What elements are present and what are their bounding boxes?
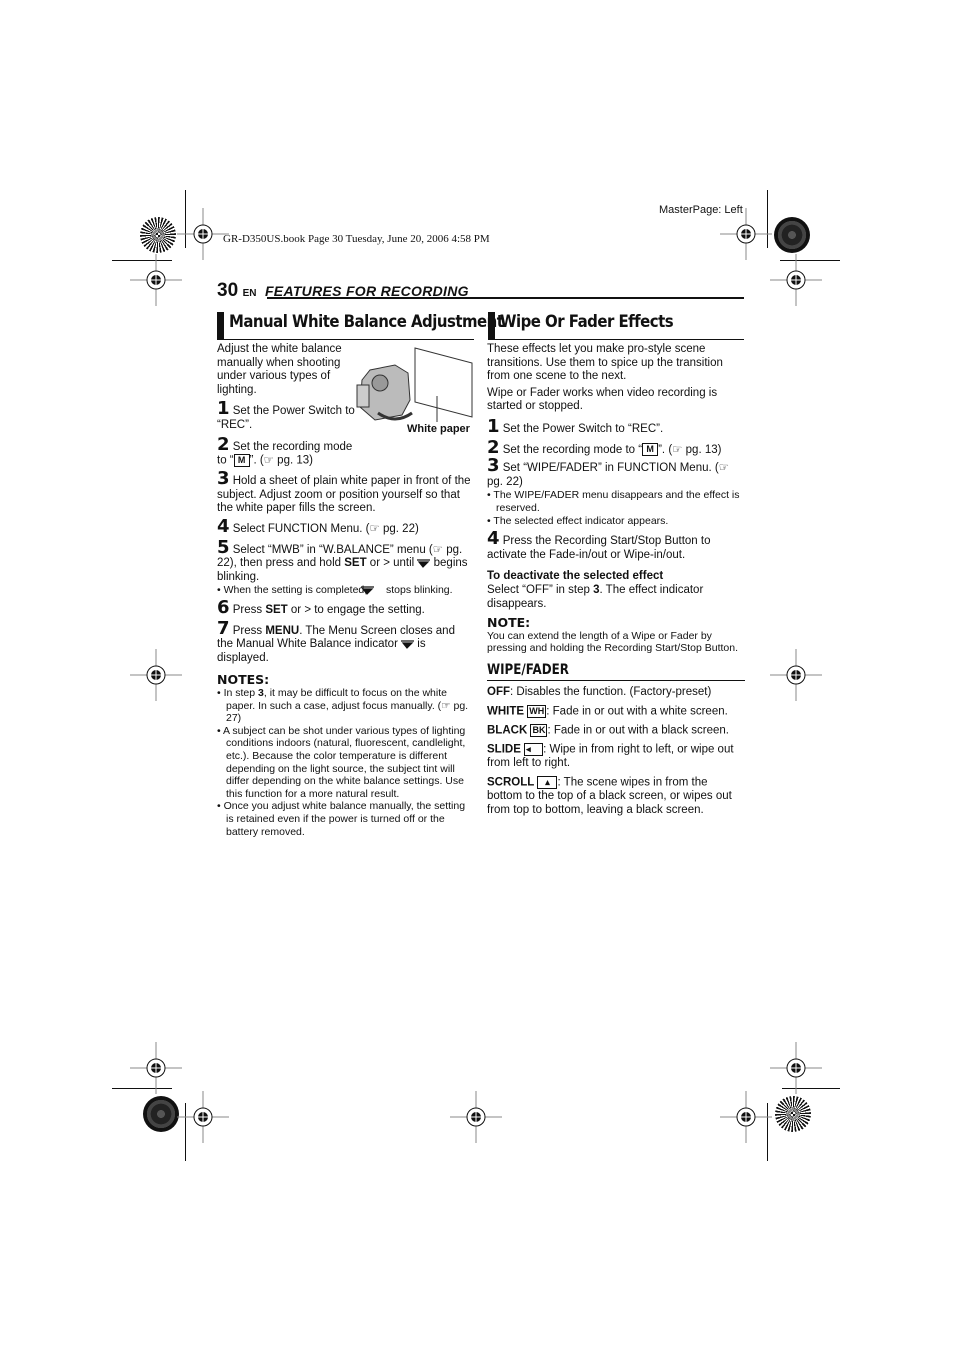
step-1: 1 Set the Power Switch to “REC”.: [217, 398, 355, 431]
option-off: OFF: Disables the function. (Factory-pre…: [487, 686, 712, 699]
registration-crosshair-icon: [720, 1091, 772, 1143]
wipe-step-1: 1 Set the Power Switch to “REC”.: [487, 415, 664, 437]
deactivate-heading: To deactivate the selected effect: [487, 570, 664, 583]
left-intro: Adjust the white balance manually when s…: [217, 343, 342, 396]
wipe-step-4: 4 Press the Recording Start/Stop Button …: [487, 528, 711, 561]
note-item: • In step 3, it may be difficult to focu…: [217, 687, 469, 725]
registration-crosshair-icon: [770, 254, 822, 306]
header-rule: [267, 297, 744, 299]
manual-white-balance-icon: [417, 559, 431, 568]
right-section-title: Wipe Or Fader Effects: [500, 312, 674, 332]
step-6: 6 Press SET or > to engage the setting.: [217, 597, 425, 619]
wipe-step-3: 3 Set “WIPE/FADER” in FUNCTION Menu. (☞ …: [487, 455, 730, 488]
camera-illustration: [356, 347, 473, 422]
black-fader-icon: BK: [530, 724, 548, 738]
right-intro-2: Wipe or Fader works when video recording…: [487, 386, 718, 413]
sub-rule: [487, 680, 745, 682]
step-7: 7 Press MENU. The Menu Screen closes and…: [217, 617, 455, 664]
note-item: • A subject can be shot under various ty…: [217, 724, 466, 800]
registration-crosshair-icon: [130, 649, 182, 701]
page-number: 30: [217, 280, 239, 301]
step-5: 5 Select “MWB” in “W.BALANCE” menu (☞ pg…: [217, 536, 468, 583]
option-white: WHITE WH: Fade in or out with a white sc…: [487, 705, 728, 719]
registration-crosshair-icon: [770, 649, 822, 701]
registration-crosshair-icon: [770, 1042, 822, 1094]
right-column: These effects let you make pro-style sce…: [487, 343, 745, 817]
master-page-label: MasterPage: Left: [659, 204, 743, 216]
section-bar: [488, 312, 495, 340]
manual-mode-icon: M: [233, 454, 250, 468]
scroll-wipe-icon: ▴: [537, 776, 558, 790]
figure-label: White paper: [407, 423, 470, 435]
section-rule: [224, 339, 474, 340]
step-2: 2 Set the recording mode to “M”. (☞ pg. …: [217, 433, 353, 468]
step-4: 4 Select FUNCTION Menu. (☞ pg. 22): [217, 516, 419, 538]
step-3-bullet: • The selected effect indicator appears.: [487, 514, 669, 527]
registration-crosshair-icon: [177, 1091, 229, 1143]
step-3-bullet: • The WIPE/FADER menu disappears and the…: [487, 489, 740, 514]
note-text: You can extend the length of a Wipe or F…: [487, 629, 738, 655]
note-item: • Once you adjust white balance manually…: [217, 800, 466, 838]
step-3: 3 Hold a sheet of plain white paper in f…: [217, 468, 471, 515]
manual-white-balance-icon: [361, 586, 383, 596]
white-fader-icon: WH: [527, 705, 547, 719]
language-label: EN: [242, 288, 257, 299]
registration-crosshair-icon: [130, 254, 182, 306]
wipe-step-2: 2 Set the recording mode to “M”. (☞ pg. …: [487, 436, 722, 458]
option-scroll: SCROLL ▴: The scene wipes in from the bo…: [487, 776, 732, 816]
manual-white-balance-icon: [401, 640, 415, 649]
registration-marks: [130, 208, 822, 1143]
note-heading: NOTE:: [487, 615, 531, 631]
deactivate-text: Select “OFF” in step 3. The effect indic…: [487, 583, 704, 610]
registration-crosshair-icon: [177, 208, 229, 260]
notes-heading: NOTES:: [217, 672, 270, 688]
registration-crosshair-icon: [130, 1042, 182, 1094]
right-intro-1: These effects let you make pro-style sce…: [487, 343, 723, 383]
slide-wipe-icon: ◂: [524, 743, 544, 757]
option-black: BLACK BK: Fade in or out with a black sc…: [487, 724, 729, 738]
print-slug: GR-D350US.book Page 30 Tuesday, June 20,…: [223, 233, 490, 245]
section-rule: [495, 339, 744, 340]
manual-mode-icon: M: [642, 443, 659, 457]
left-section-title: Manual White Balance Adjustment: [229, 312, 504, 332]
wipe-fader-heading: WIPE/FADER: [487, 661, 569, 678]
registration-crosshair-icon: [450, 1091, 502, 1143]
step-5-bullet: • When the setting is completed, stops b…: [217, 584, 453, 597]
option-slide: SLIDE ◂: Wipe in from right to left, or …: [487, 743, 734, 770]
section-bar: [217, 312, 224, 340]
